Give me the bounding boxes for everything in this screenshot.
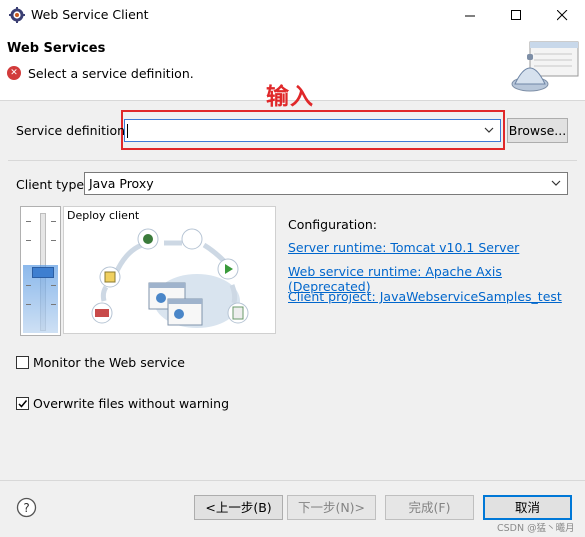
annotation-label: 输入 [266,84,314,110]
overwrite-files-label[interactable]: Overwrite files without warning [33,396,229,411]
client-project-link[interactable]: Client project: JavaWebserviceSamples_te… [288,289,562,304]
dropdown-arrow-icon [551,180,561,186]
service-definition-label: Service definition: [16,123,130,138]
eclipse-gear-icon [9,7,25,23]
page-title: Web Services [7,41,106,56]
maximize-icon [510,10,521,20]
text-caret [127,124,128,138]
minimize-button[interactable] [447,0,493,31]
svg-text:?: ? [23,501,29,515]
minimize-icon [464,15,475,17]
overwrite-files-checkbox[interactable] [16,397,29,410]
maximize-button[interactable] [493,0,539,31]
client-level-slider[interactable] [20,206,61,336]
title-bar: Web Service Client [0,0,585,31]
finish-button[interactable]: 完成(F) [385,495,474,520]
checkmark-icon [18,400,28,408]
cancel-button[interactable]: 取消 [483,495,572,520]
close-icon [556,10,567,21]
next-button[interactable]: 下一步(N)> [287,495,376,520]
footer-separator [0,480,585,481]
monitor-webservice-checkbox[interactable] [16,356,29,369]
watermark: CSDN @猛丶曦月 [497,523,575,534]
back-button[interactable]: <上一步(B) [194,495,283,520]
client-type-select[interactable]: Java Proxy [84,172,568,195]
server-runtime-link[interactable]: Server runtime: Tomcat v10.1 Server [288,240,519,255]
configuration-heading: Configuration: [288,217,377,232]
deploy-diagram [91,228,249,328]
help-icon[interactable]: ? [16,497,37,518]
deploy-client-graphic: Deploy client [63,206,276,334]
service-definition-input[interactable] [124,119,501,142]
monitor-webservice-label[interactable]: Monitor the Web service [33,355,185,370]
header-message: Select a service definition. [28,66,194,81]
separator [8,160,577,161]
browse-button[interactable]: Browse... [507,118,568,143]
slider-thumb[interactable] [32,267,54,278]
client-type-value: Java Proxy [89,176,154,191]
client-type-label: Client type: [16,177,89,192]
error-icon: ✕ [7,66,21,80]
wizard-banner-icon [511,41,579,92]
window-title: Web Service Client [31,7,149,22]
close-button[interactable] [539,0,585,31]
dropdown-arrow-icon[interactable] [484,125,494,135]
